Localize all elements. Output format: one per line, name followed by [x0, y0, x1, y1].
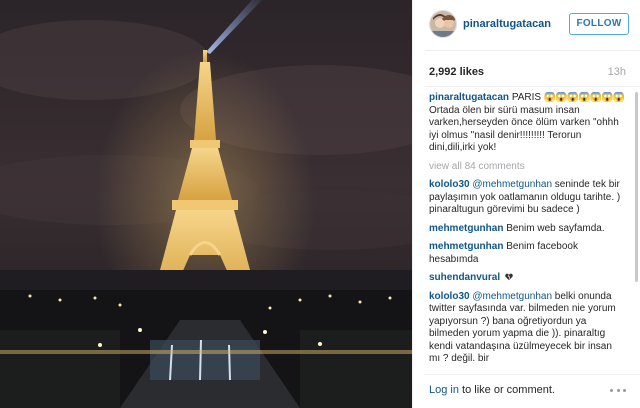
login-prompt-text: to like or comment. — [458, 384, 555, 396]
caption-text: Ortada ölen bir sürü masum insan varken,… — [429, 104, 619, 154]
dot — [616, 388, 620, 392]
comment-item: mehmetgunhan Benim web sayfamda. — [429, 223, 625, 236]
comment-item: mehmetgunhan Benim facebook hesabımda — [429, 241, 625, 266]
comments-scrollbar[interactable] — [635, 92, 638, 364]
dot — [623, 388, 626, 392]
comment-username[interactable]: mehmetgunhan — [429, 241, 503, 252]
broken-heart-icon — [505, 273, 513, 281]
follow-button[interactable]: FOLLOW — [569, 13, 629, 35]
post-author-username[interactable]: pinaraltugatacan — [463, 18, 551, 30]
dot — [610, 388, 613, 392]
avatar-image — [430, 11, 456, 37]
more-options-icon[interactable] — [610, 384, 626, 396]
caption-username[interactable]: pinaraltugatacan — [429, 92, 509, 103]
post-details-panel: pinaraltugatacan FOLLOW 2,992 likes 13h … — [412, 0, 640, 408]
post-header: pinaraltugatacan FOLLOW — [413, 0, 640, 48]
comment-username[interactable]: kololo30 — [429, 179, 470, 190]
scrollbar-thumb[interactable] — [635, 92, 638, 282]
comments-list[interactable]: pinaraltugatacan PARIS 😱😱😱😱😱😱😱 Ortada öl… — [429, 92, 625, 370]
login-link[interactable]: Log in — [429, 384, 459, 396]
caption: pinaraltugatacan PARIS 😱😱😱😱😱😱😱 Ortada öl… — [429, 92, 625, 155]
view-all-comments-link[interactable]: view all 84 comments — [429, 161, 625, 174]
comment-mention[interactable]: @mehmetgunhan — [472, 291, 552, 302]
comment-username[interactable]: kololo30 — [429, 291, 470, 302]
divider — [425, 374, 640, 375]
comment-username[interactable]: mehmetgunhan — [429, 223, 503, 234]
caption-emoji: 😱😱😱😱😱😱😱 — [543, 92, 625, 103]
comment-text: Benim web sayfamda. — [503, 222, 605, 234]
divider — [425, 50, 640, 51]
comment-mention[interactable]: @mehmetgunhan — [472, 179, 552, 190]
caption-title: PARIS — [511, 92, 542, 103]
post-photo — [0, 0, 412, 408]
login-prompt: Log in to like or comment. — [429, 384, 555, 396]
post-timestamp[interactable]: 13h — [608, 66, 626, 78]
eiffel-tower-night-image — [0, 0, 412, 408]
comment-item: suhendanvural — [429, 272, 625, 285]
divider — [425, 86, 640, 87]
comment-text — [500, 272, 503, 283]
comment-username[interactable]: suhendanvural — [429, 272, 500, 283]
avatar[interactable] — [429, 10, 457, 38]
likes-count[interactable]: 2,992 likes — [429, 66, 484, 78]
comment-item: kololo30 @mehmetgunhan belki onunda twit… — [429, 291, 625, 366]
comment-item: kololo30 @mehmetgunhan seninde tek bir p… — [429, 179, 625, 217]
